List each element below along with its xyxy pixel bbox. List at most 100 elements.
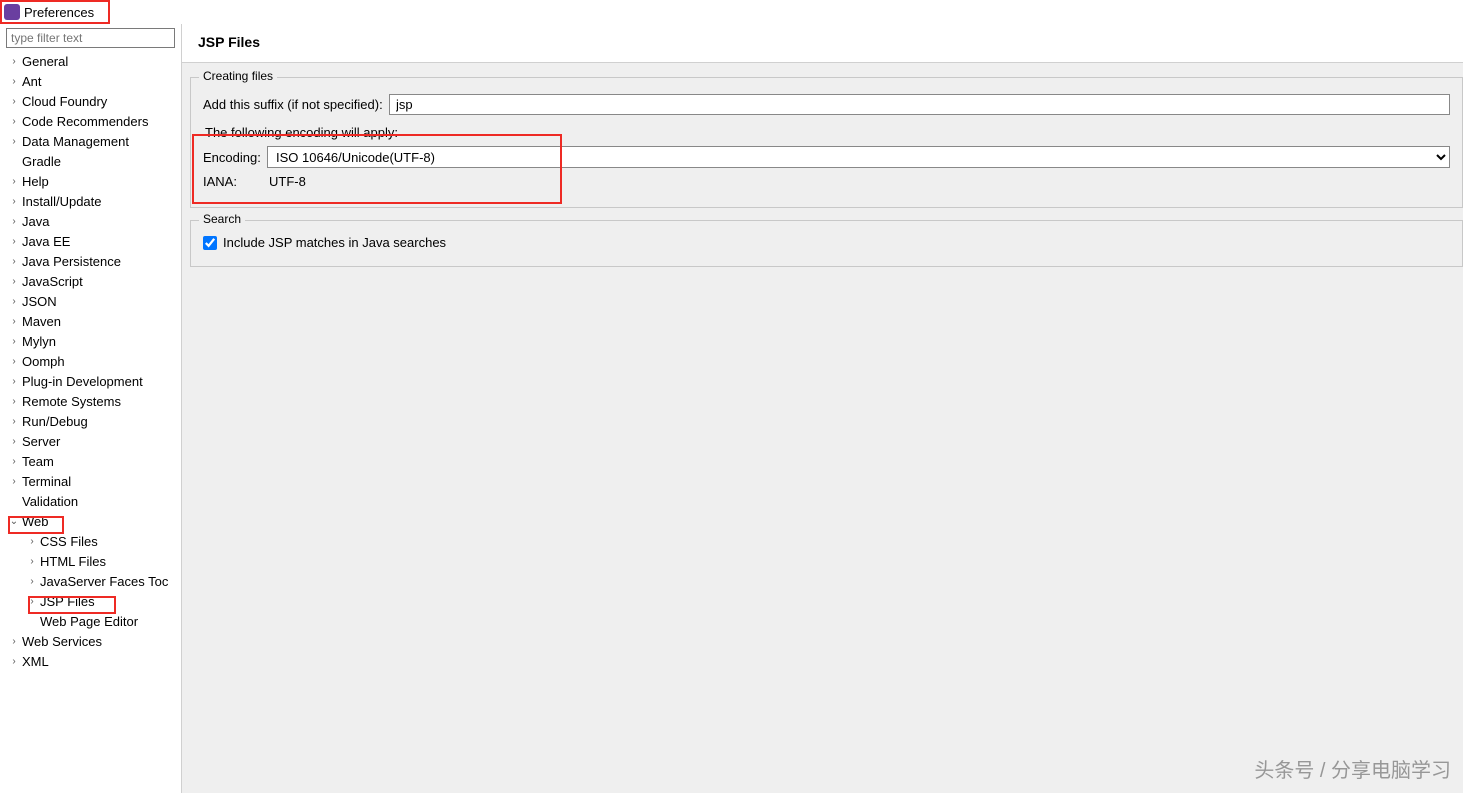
chevron-right-icon[interactable]: › <box>8 212 20 232</box>
select-encoding[interactable]: ISO 10646/Unicode(UTF-8) <box>267 146 1450 168</box>
tree-item-help[interactable]: ›Help <box>0 172 181 192</box>
chevron-right-icon[interactable]: › <box>26 552 38 572</box>
tree-item-web-services[interactable]: ›Web Services <box>0 632 181 652</box>
tree-item-remote-systems[interactable]: ›Remote Systems <box>0 392 181 412</box>
chevron-right-icon[interactable]: › <box>8 92 20 112</box>
label-include-jsp[interactable]: Include JSP matches in Java searches <box>223 235 446 250</box>
label-suffix: Add this suffix (if not specified): <box>203 97 389 112</box>
chevron-right-icon[interactable]: › <box>8 372 20 392</box>
tree-item-label: Web <box>20 512 49 532</box>
tree-item-label: Help <box>20 172 49 192</box>
tree-item-install-update[interactable]: ›Install/Update <box>0 192 181 212</box>
tree-item-java-ee[interactable]: ›Java EE <box>0 232 181 252</box>
chevron-right-icon[interactable]: › <box>8 392 20 412</box>
tree-item-label: Ant <box>20 72 42 92</box>
tree-item-label: General <box>20 52 68 72</box>
chevron-right-icon[interactable]: › <box>8 72 20 92</box>
chevron-right-icon[interactable]: › <box>8 252 20 272</box>
tree-item-label: CSS Files <box>38 532 98 552</box>
tree-item-web[interactable]: ⌄Web <box>0 512 181 532</box>
tree-item-server[interactable]: ›Server <box>0 432 181 452</box>
tree-item-html-files[interactable]: ›HTML Files <box>0 552 181 572</box>
tree-item-java-persistence[interactable]: ›Java Persistence <box>0 252 181 272</box>
chevron-right-icon[interactable]: › <box>8 312 20 332</box>
chevron-right-icon[interactable]: › <box>8 352 20 372</box>
tree-item-oomph[interactable]: ›Oomph <box>0 352 181 372</box>
chevron-right-icon[interactable]: › <box>26 572 38 592</box>
label-encoding-note: The following encoding will apply: <box>205 125 1450 140</box>
tree-item-team[interactable]: ›Team <box>0 452 181 472</box>
tree-item-validation[interactable]: Validation <box>0 492 181 512</box>
chevron-right-icon[interactable]: › <box>8 132 20 152</box>
tree-item-plug-in-development[interactable]: ›Plug-in Development <box>0 372 181 392</box>
group-legend-creating: Creating files <box>199 69 277 83</box>
tree-item-jsp-files[interactable]: ›JSP Files <box>0 592 181 612</box>
tree-item-label: Java EE <box>20 232 70 252</box>
value-iana: UTF-8 <box>267 174 306 189</box>
tree-item-javascript[interactable]: ›JavaScript <box>0 272 181 292</box>
titlebar: Preferences <box>0 0 1463 24</box>
chevron-right-icon[interactable]: › <box>8 172 20 192</box>
chevron-right-icon[interactable]: › <box>8 432 20 452</box>
tree-item-javaserver-faces-toc[interactable]: ›JavaServer Faces Toc <box>0 572 181 592</box>
tree-item-label: Remote Systems <box>20 392 121 412</box>
tree-item-run-debug[interactable]: ›Run/Debug <box>0 412 181 432</box>
tree-item-css-files[interactable]: ›CSS Files <box>0 532 181 552</box>
row-suffix: Add this suffix (if not specified): <box>203 94 1450 115</box>
group-search: Search Include JSP matches in Java searc… <box>190 220 1463 267</box>
chevron-right-icon[interactable]: › <box>8 292 20 312</box>
chevron-right-icon[interactable]: › <box>8 112 20 132</box>
tree-item-label: JSP Files <box>38 592 95 612</box>
chevron-right-icon[interactable]: › <box>8 272 20 292</box>
tree-item-json[interactable]: ›JSON <box>0 292 181 312</box>
label-iana: IANA: <box>203 174 267 189</box>
row-iana: IANA: UTF-8 <box>203 174 1450 189</box>
tree-item-label: XML <box>20 652 49 672</box>
tree-item-label: Web Page Editor <box>38 612 138 632</box>
chevron-right-icon[interactable]: › <box>8 192 20 212</box>
tree-item-label: Run/Debug <box>20 412 88 432</box>
tree-item-label: Data Management <box>20 132 129 152</box>
tree-item-ant[interactable]: ›Ant <box>0 72 181 92</box>
page-title: JSP Files <box>198 34 1447 50</box>
tree-item-label: Cloud Foundry <box>20 92 107 112</box>
chevron-right-icon[interactable]: › <box>8 652 20 672</box>
filter-input[interactable] <box>6 28 175 48</box>
sidebar: ›General›Ant›Cloud Foundry›Code Recommen… <box>0 24 182 793</box>
tree-item-web-page-editor[interactable]: Web Page Editor <box>0 612 181 632</box>
tree-item-java[interactable]: ›Java <box>0 212 181 232</box>
tree-item-label: Maven <box>20 312 61 332</box>
chevron-right-icon[interactable]: › <box>8 52 20 72</box>
tree-item-xml[interactable]: ›XML <box>0 652 181 672</box>
tree-item-label: Oomph <box>20 352 65 372</box>
group-legend-search: Search <box>199 212 245 226</box>
tree-item-label: JavaServer Faces Toc <box>38 572 168 592</box>
chevron-down-icon[interactable]: ⌄ <box>8 512 20 532</box>
tree-item-code-recommenders[interactable]: ›Code Recommenders <box>0 112 181 132</box>
tree-item-cloud-foundry[interactable]: ›Cloud Foundry <box>0 92 181 112</box>
tree-item-label: Validation <box>20 492 78 512</box>
label-encoding: Encoding: <box>203 150 267 165</box>
chevron-right-icon[interactable]: › <box>8 412 20 432</box>
tree-item-terminal[interactable]: ›Terminal <box>0 472 181 492</box>
tree-item-general[interactable]: ›General <box>0 52 181 72</box>
chevron-right-icon[interactable]: › <box>26 532 38 552</box>
tree-item-maven[interactable]: ›Maven <box>0 312 181 332</box>
chevron-right-icon[interactable]: › <box>8 472 20 492</box>
content-pane: JSP Files Creating files Add this suffix… <box>182 24 1463 793</box>
checkbox-include-jsp[interactable] <box>203 236 217 250</box>
chevron-right-icon[interactable]: › <box>8 232 20 252</box>
chevron-right-icon[interactable]: › <box>8 332 20 352</box>
chevron-right-icon[interactable]: › <box>26 592 38 612</box>
row-encoding: Encoding: ISO 10646/Unicode(UTF-8) <box>203 146 1450 168</box>
chevron-right-icon[interactable]: › <box>8 632 20 652</box>
chevron-right-icon[interactable]: › <box>8 452 20 472</box>
filter-container <box>6 28 175 48</box>
tree-item-data-management[interactable]: ›Data Management <box>0 132 181 152</box>
tree-item-label: Terminal <box>20 472 71 492</box>
tree-item-label: Server <box>20 432 60 452</box>
tree-item-gradle[interactable]: Gradle <box>0 152 181 172</box>
tree-item-mylyn[interactable]: ›Mylyn <box>0 332 181 352</box>
tree-item-label: Code Recommenders <box>20 112 148 132</box>
input-suffix[interactable] <box>389 94 1450 115</box>
